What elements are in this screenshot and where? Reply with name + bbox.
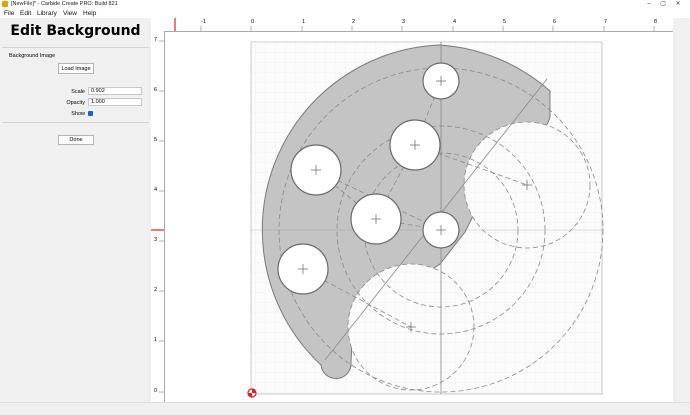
- show-checkbox[interactable]: [88, 111, 93, 116]
- ruler-label: 7: [604, 19, 608, 25]
- top-ruler-ticks: [174, 18, 655, 31]
- maximize-button[interactable]: ▢: [657, 0, 669, 9]
- ruler-label: -1: [201, 19, 206, 25]
- ruler-label: 6: [553, 19, 557, 25]
- menu-help[interactable]: Help: [83, 10, 96, 17]
- done-button[interactable]: Done: [58, 135, 94, 145]
- ruler-label: 8: [654, 19, 658, 25]
- ruler-label: 4: [154, 187, 158, 193]
- menu-view[interactable]: View: [63, 10, 77, 17]
- origin-marker: [247, 388, 257, 398]
- ruler-label: 4: [453, 19, 457, 25]
- left-ruler-ticks: [151, 40, 164, 393]
- ruler-label: 1: [302, 19, 306, 25]
- ruler-label: 3: [402, 19, 406, 25]
- background-drawing: [247, 41, 604, 398]
- status-bar: [0, 402, 690, 415]
- background-image-label: Background Image: [9, 53, 56, 59]
- opacity-label: Opacity: [66, 100, 85, 106]
- divider: [2, 47, 149, 48]
- menu-edit[interactable]: Edit: [20, 10, 31, 17]
- divider: [2, 122, 149, 123]
- panel-title: Edit Background: [10, 23, 141, 39]
- ruler-label: 6: [154, 87, 158, 93]
- ruler-label: 2: [154, 287, 158, 293]
- ruler-label: 1: [154, 337, 158, 343]
- top-ruler: -1 0 1 2 3 4 5 6 7 8: [151, 18, 673, 32]
- title-bar: [NewFile]* - Carbide Create PRO: Build 8…: [0, 0, 690, 9]
- minimize-button[interactable]: –: [643, 0, 655, 9]
- right-gutter: [673, 18, 690, 408]
- ruler-label: 5: [503, 19, 507, 25]
- ruler-label: 3: [154, 237, 158, 243]
- menu-library[interactable]: Library: [37, 10, 57, 17]
- load-image-button[interactable]: Load Image: [58, 63, 94, 74]
- left-ruler: 7 6 5 4 3 2 1 0: [151, 31, 165, 402]
- ruler-label: 0: [154, 388, 158, 394]
- ruler-label: 0: [251, 19, 255, 25]
- edit-background-panel: Edit Background Background Image Load Im…: [0, 18, 152, 408]
- show-label: Show: [71, 111, 85, 117]
- close-button[interactable]: ✕: [672, 0, 684, 9]
- scale-input[interactable]: 0.902: [88, 87, 142, 95]
- ruler-label: 5: [154, 137, 158, 143]
- scale-label: Scale: [71, 89, 85, 95]
- menu-bar: File Edit Library View Help: [0, 9, 690, 18]
- app-icon: [2, 1, 8, 7]
- opacity-input[interactable]: 1.000: [88, 98, 142, 106]
- ruler-label: 7: [154, 37, 158, 43]
- window-title: [NewFile]* - Carbide Create PRO: Build 8…: [11, 1, 118, 7]
- ruler-label: 2: [352, 19, 356, 25]
- menu-file[interactable]: File: [4, 10, 14, 17]
- design-canvas[interactable]: [165, 32, 673, 402]
